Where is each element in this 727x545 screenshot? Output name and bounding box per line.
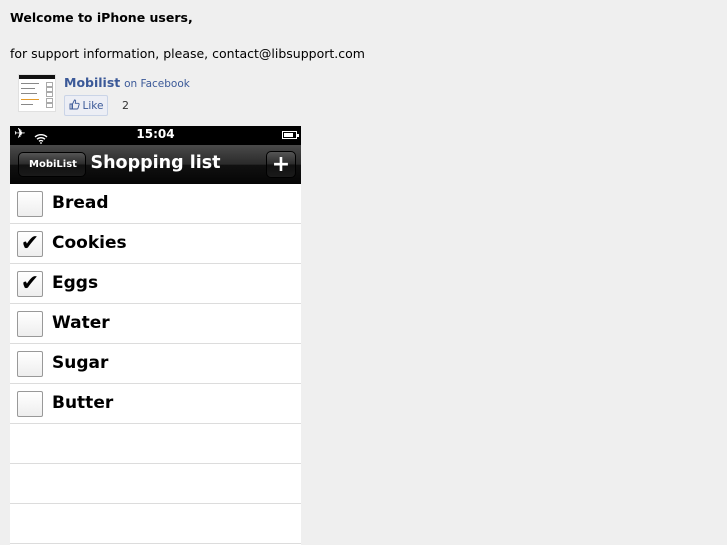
facebook-page-link[interactable]: Mobilist on Facebook: [64, 75, 190, 90]
checkbox[interactable]: [17, 351, 43, 377]
app-thumbnail[interactable]: [18, 74, 56, 112]
like-count: 2: [122, 99, 129, 112]
nav-bar: MobiList Shopping list +: [10, 145, 301, 184]
facebook-suffix: on Facebook: [124, 78, 190, 90]
thumbs-up-icon: [69, 99, 80, 113]
list-item[interactable]: Butter: [10, 384, 301, 424]
list-item[interactable]: Bread: [10, 184, 301, 224]
checkbox[interactable]: [17, 391, 43, 417]
list-item-label: Bread: [52, 193, 109, 213]
empty-row: [10, 504, 301, 544]
checkbox[interactable]: [17, 311, 43, 337]
phone-screenshot: ✈ 15:04 MobiList Shopping list + Bread ✔ C…: [10, 126, 301, 545]
page: Welcome to iPhone users, for support inf…: [0, 0, 727, 545]
list-item[interactable]: ✔ Cookies: [10, 224, 301, 264]
list-item-label: Cookies: [52, 233, 127, 253]
checkmark-icon: ✔: [20, 271, 40, 296]
list-item[interactable]: Sugar: [10, 344, 301, 384]
checkmark-icon: ✔: [20, 231, 40, 256]
empty-row: [10, 424, 301, 464]
like-button[interactable]: Like: [64, 95, 108, 116]
checkbox-checked[interactable]: ✔: [17, 271, 43, 297]
battery-icon: [282, 131, 299, 139]
shopping-list: Bread ✔ Cookies ✔ Eggs Water Sugar Butter: [10, 184, 301, 544]
status-time: 15:04: [136, 127, 175, 141]
nav-title: Shopping list: [90, 153, 221, 173]
like-label: Like: [82, 99, 104, 112]
add-item-button[interactable]: +: [266, 151, 296, 178]
status-bar: ✈ 15:04: [10, 126, 301, 145]
list-item[interactable]: Water: [10, 304, 301, 344]
checkbox[interactable]: [17, 191, 43, 217]
list-item-label: Water: [52, 313, 110, 333]
welcome-heading: Welcome to iPhone users,: [10, 10, 193, 25]
list-item-label: Butter: [52, 393, 114, 413]
list-item[interactable]: ✔ Eggs: [10, 264, 301, 304]
list-item-label: Eggs: [52, 273, 99, 293]
facebook-page-name[interactable]: Mobilist: [64, 75, 120, 90]
support-text: for support information, please, contact…: [10, 46, 365, 61]
list-item-label: Sugar: [52, 353, 109, 373]
checkbox-checked[interactable]: ✔: [17, 231, 43, 257]
empty-row: [10, 464, 301, 504]
